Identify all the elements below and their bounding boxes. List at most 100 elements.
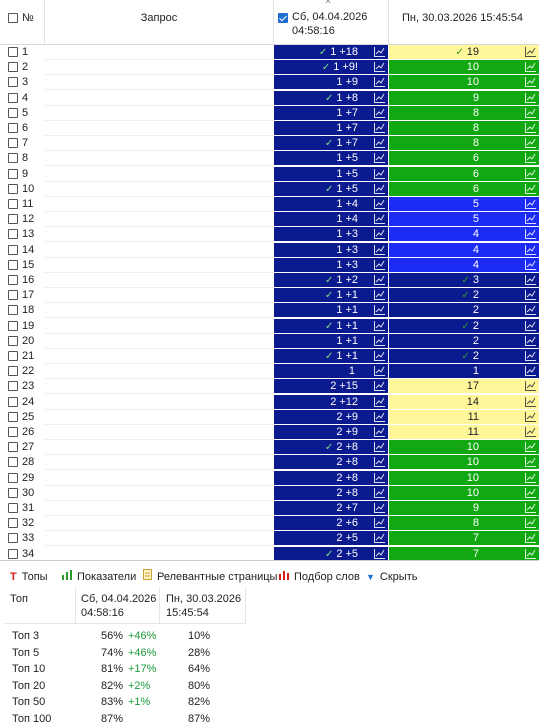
row-checkbox[interactable] [8,335,18,346]
chart-icon[interactable] [374,442,385,453]
table-row[interactable]: 32 2 +6 8 [0,516,539,532]
position-cell-1[interactable]: ✓ 1 +1 [274,288,389,304]
chart-icon[interactable] [525,107,536,118]
query-cell[interactable] [45,258,273,273]
row-checkbox[interactable] [8,47,18,58]
position-cell-1[interactable]: 1 +4 [274,212,389,228]
chart-icon[interactable] [525,138,536,149]
table-row[interactable]: 30 2 +8 10 [0,485,539,501]
tab-tops[interactable]: T Топы [10,568,48,586]
chart-icon[interactable] [525,457,536,468]
query-cell[interactable] [45,319,273,334]
position-cell-1[interactable]: 2 +6 [274,516,389,532]
num-column-header[interactable]: № [0,0,45,44]
chart-icon[interactable] [525,183,536,194]
chart-icon[interactable] [374,138,385,149]
chart-icon[interactable] [374,351,385,361]
position-cell-1[interactable]: 1 +3 [274,227,389,243]
position-cell-1[interactable]: 1 +3 [274,242,389,258]
query-column-header[interactable]: Запрос [45,0,274,44]
table-row[interactable]: 29 2 +8 10 [0,470,539,486]
chart-icon[interactable] [525,396,536,407]
row-checkbox[interactable] [8,472,18,483]
position-cell-1[interactable]: 2 +5 [274,531,389,547]
chart-icon[interactable] [374,77,385,88]
chart-icon[interactable] [525,259,536,270]
row-checkbox[interactable] [8,153,18,164]
position-cell-1[interactable]: 1 +7 [274,121,389,136]
table-row[interactable]: 16 ✓ 1 +2 ✓ 3 [0,273,539,288]
position-cell-1[interactable]: ✓ 1 +5 [274,181,389,197]
table-row[interactable]: 23 2 +15 17 [0,379,539,395]
query-cell[interactable] [45,486,273,501]
chart-icon[interactable] [374,214,385,225]
position-cell-2[interactable]: 6 [389,166,539,182]
chart-icon[interactable] [525,427,536,437]
position-cell-1[interactable]: 2 +12 [274,394,389,410]
chart-icon[interactable] [374,411,385,422]
chart-icon[interactable] [525,503,536,513]
position-cell-2[interactable]: 9 [389,501,539,516]
row-checkbox[interactable] [8,411,18,422]
chart-icon[interactable] [525,275,536,285]
query-cell[interactable] [45,410,273,425]
row-checkbox[interactable] [8,244,18,255]
table-row[interactable]: 11 1 +4 5 [0,197,539,212]
query-cell[interactable] [45,136,273,152]
position-cell-2[interactable]: ✓ 10 [389,440,539,456]
position-cell-2[interactable]: 5 [389,197,539,212]
query-cell[interactable] [45,45,273,60]
query-cell[interactable] [45,212,273,228]
chart-icon[interactable] [525,244,536,255]
query-cell[interactable] [45,334,273,349]
chart-icon[interactable] [525,92,536,103]
chart-icon[interactable] [525,411,536,422]
row-checkbox[interactable] [8,259,18,270]
position-cell-2[interactable]: 8 [389,516,539,532]
position-cell-1[interactable]: ✓ 1 +9! [274,60,389,76]
chart-icon[interactable] [525,214,536,225]
chart-icon[interactable] [525,199,536,209]
query-cell[interactable] [45,227,273,243]
position-cell-2[interactable]: ✓ 2 [389,349,539,364]
chart-icon[interactable] [525,77,536,88]
table-row[interactable]: 24 2 +12 14 [0,394,539,410]
position-cell-1[interactable]: 1 +7 [274,105,389,121]
query-cell[interactable] [45,379,273,395]
chart-icon[interactable] [525,153,536,164]
position-cell-1[interactable]: 2 +8 [274,485,389,501]
query-cell[interactable] [45,60,273,76]
table-row[interactable]: 9 1 +5 6 [0,166,539,182]
position-cell-1[interactable]: 2 +15 [274,379,389,395]
table-row[interactable]: 14 1 +3 4 [0,242,539,258]
position-cell-2[interactable]: 6 [389,151,539,167]
chart-icon[interactable] [525,442,536,453]
row-checkbox[interactable] [8,214,18,225]
query-cell[interactable] [45,471,273,486]
chart-icon[interactable] [374,457,385,468]
table-row[interactable]: 1 ✓ 1 +18 ✓ 19 [0,45,539,60]
position-cell-2[interactable]: 10 [389,60,539,76]
chart-icon[interactable] [374,183,385,194]
query-cell[interactable] [45,106,273,121]
position-cell-1[interactable]: 2 +8 [274,470,389,486]
chart-icon[interactable] [374,366,385,377]
position-cell-1[interactable]: 1 +5 [274,166,389,182]
table-row[interactable]: 25 2 +9 11 [0,409,539,425]
row-checkbox[interactable] [8,290,18,301]
chart-icon[interactable] [374,199,385,209]
table-row[interactable]: 18 1 +1 2 [0,303,539,319]
row-checkbox[interactable] [8,457,18,468]
query-cell[interactable] [45,273,273,288]
row-checkbox[interactable] [8,533,18,544]
chart-icon[interactable] [525,533,536,544]
row-checkbox[interactable] [8,199,18,210]
position-cell-2[interactable]: ✓ 19 [389,45,539,60]
position-cell-2[interactable]: ✓ 6 [389,181,539,197]
chart-icon[interactable] [525,229,536,240]
position-cell-1[interactable]: ✓ 2 +5 [274,546,389,560]
row-checkbox[interactable] [8,92,18,103]
position-cell-2[interactable]: 5 [389,212,539,228]
query-cell[interactable] [45,395,273,410]
table-row[interactable]: 21 ✓ 1 +1 ✓ 2 [0,349,539,364]
